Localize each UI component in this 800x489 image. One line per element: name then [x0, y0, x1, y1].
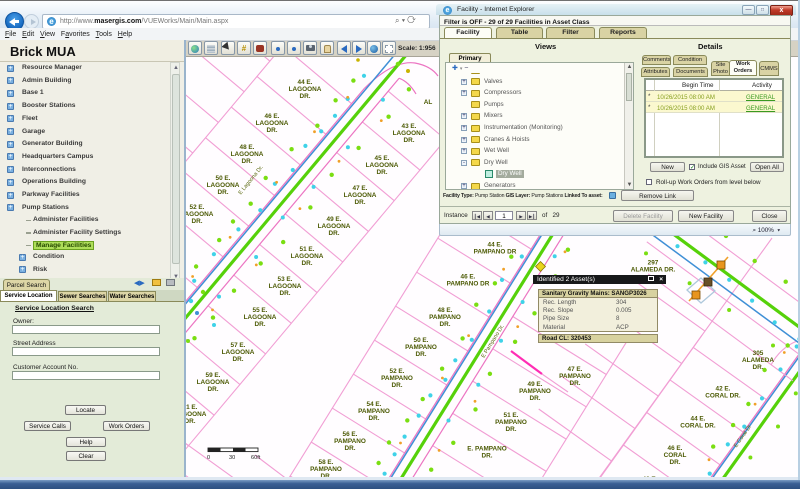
svg-text:DR.: DR.	[439, 321, 450, 328]
svg-text:61 E.: 61 E.	[186, 404, 198, 411]
svg-text:LAGOONA: LAGOONA	[344, 192, 377, 199]
svg-text:LAGOONA: LAGOONA	[393, 130, 426, 137]
svg-text:51 E.: 51 E.	[300, 246, 315, 253]
svg-text:48 E.: 48 E.	[438, 307, 453, 314]
svg-text:AL: AL	[424, 99, 433, 106]
svg-text:CORAL: CORAL	[664, 452, 687, 459]
svg-text:50 E.: 50 E.	[414, 337, 429, 344]
svg-text:42 E.: 42 E.	[716, 385, 731, 392]
svg-text:59 E.: 59 E.	[206, 372, 221, 379]
svg-text:297: 297	[648, 259, 659, 266]
svg-text:DR.: DR.	[328, 230, 339, 237]
svg-text:52 E.: 52 E.	[390, 368, 405, 375]
svg-text:47 E.: 47 E.	[568, 366, 583, 373]
svg-text:DR.: DR.	[254, 321, 265, 328]
svg-text:DR.: DR.	[207, 386, 218, 393]
svg-text:LAGOONA: LAGOONA	[231, 151, 264, 158]
svg-text:PAMPANO DR: PAMPANO DR	[447, 281, 490, 288]
svg-text:LAGOONA: LAGOONA	[289, 86, 322, 93]
svg-text:DR.: DR.	[569, 380, 580, 387]
svg-text:DR.: DR.	[481, 453, 492, 460]
svg-text:PAMPANO: PAMPANO	[310, 466, 342, 473]
svg-text:DR.: DR.	[403, 137, 414, 144]
svg-text:48 E.: 48 E.	[240, 144, 255, 151]
svg-text:52 E.: 52 E.	[190, 204, 205, 211]
svg-text:DR.: DR.	[354, 199, 365, 206]
svg-text:DR.: DR.	[752, 364, 763, 371]
svg-text:LAGOONA: LAGOONA	[207, 182, 240, 189]
svg-text:LAGOONA: LAGOONA	[244, 314, 277, 321]
svg-text:44 E.: 44 E.	[691, 415, 706, 422]
svg-text:DR.: DR.	[217, 189, 228, 196]
svg-text:44 E.: 44 E.	[298, 79, 313, 86]
svg-text:46 E.: 46 E.	[461, 273, 476, 280]
svg-text:DR.: DR.	[301, 260, 312, 267]
svg-text:46 E.: 46 E.	[668, 445, 683, 452]
svg-text:51 E.: 51 E.	[504, 412, 519, 419]
svg-text:DR.: DR.	[415, 351, 426, 358]
svg-text:PAMPANO: PAMPANO	[519, 388, 551, 395]
svg-text:PAMPANO: PAMPANO	[381, 375, 413, 382]
svg-text:DR.: DR.	[186, 418, 196, 425]
svg-text:56 E.: 56 E.	[343, 431, 358, 438]
svg-text:DR.: DR.	[344, 445, 355, 452]
svg-text:DR.: DR.	[505, 426, 516, 433]
svg-text:PAMPANO: PAMPANO	[358, 408, 390, 415]
svg-text:47 E.: 47 E.	[353, 185, 368, 192]
svg-text:DR.: DR.	[279, 290, 290, 297]
svg-text:54 E.: 54 E.	[367, 401, 382, 408]
svg-text:DR.: DR.	[299, 93, 310, 100]
svg-text:60ft: 60ft	[251, 455, 261, 461]
svg-text:50 E.: 50 E.	[216, 175, 231, 182]
svg-text:DR.: DR.	[529, 395, 540, 402]
svg-text:LAGOONA: LAGOONA	[186, 411, 207, 418]
svg-text:LAGOONA: LAGOONA	[256, 120, 289, 127]
svg-text:PAMPANO: PAMPANO	[429, 314, 461, 321]
svg-text:58 E.: 58 E.	[319, 459, 334, 466]
svg-text:PAMPANO: PAMPANO	[334, 438, 366, 445]
svg-text:CORAL DR.: CORAL DR.	[680, 423, 716, 430]
svg-text:LAGOONA: LAGOONA	[222, 349, 255, 356]
svg-text:E. PAMPANO: E. PAMPANO	[467, 445, 507, 452]
svg-text:DR.: DR.	[391, 382, 402, 389]
svg-text:DR.: DR.	[376, 169, 387, 176]
svg-text:LAGOONA: LAGOONA	[318, 223, 351, 230]
svg-text:49 E.: 49 E.	[327, 216, 342, 223]
svg-text:30: 30	[229, 455, 235, 461]
svg-text:LAGOONA: LAGOONA	[197, 379, 230, 386]
svg-text:44 E.: 44 E.	[488, 241, 503, 248]
svg-text:53 E.: 53 E.	[278, 276, 293, 283]
svg-text:LAGOONA: LAGOONA	[291, 253, 324, 260]
svg-text:LAGOONA: LAGOONA	[366, 162, 399, 169]
svg-text:46 E.: 46 E.	[265, 113, 280, 120]
svg-text:55 E.: 55 E.	[253, 307, 268, 314]
svg-text:PAMPANO: PAMPANO	[559, 373, 591, 380]
svg-text:PAMPANO: PAMPANO	[405, 344, 437, 351]
svg-text:49 E.: 49 E.	[528, 381, 543, 388]
svg-text:DR.: DR.	[232, 356, 243, 363]
svg-text:PAMPANO: PAMPANO	[495, 419, 527, 426]
svg-text:DR.: DR.	[241, 158, 252, 165]
svg-text:ALAMEDA: ALAMEDA	[742, 357, 774, 364]
svg-text:57 E.: 57 E.	[231, 342, 246, 349]
svg-text:DR.: DR.	[266, 127, 277, 134]
svg-text:CORAL DR.: CORAL DR.	[705, 393, 741, 400]
svg-text:43 E.: 43 E.	[402, 123, 417, 130]
svg-text:305: 305	[753, 350, 764, 357]
svg-text:PAMPANO DR: PAMPANO DR	[474, 249, 517, 256]
svg-text:45 E.: 45 E.	[375, 155, 390, 162]
svg-text:LAGOONA: LAGOONA	[186, 211, 214, 218]
svg-text:DR.: DR.	[669, 459, 680, 466]
svg-text:LAGOONA: LAGOONA	[269, 283, 302, 290]
svg-text:ALAMEDA DR.: ALAMEDA DR.	[631, 267, 676, 274]
svg-text:DR.: DR.	[368, 415, 379, 422]
svg-text:0: 0	[207, 455, 210, 461]
svg-text:DR.: DR.	[191, 218, 202, 225]
